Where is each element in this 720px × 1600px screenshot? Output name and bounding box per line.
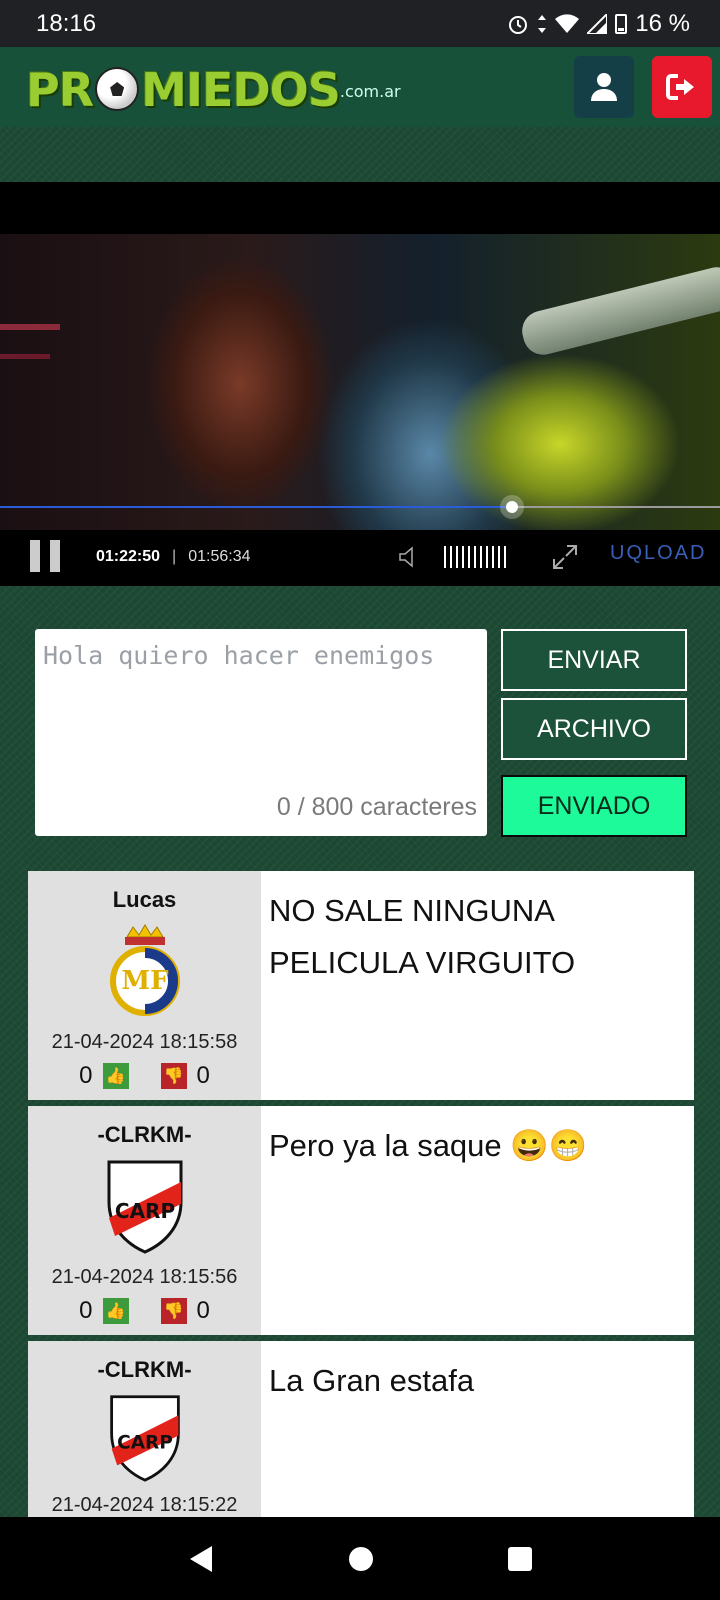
seek-handle[interactable] <box>499 495 524 519</box>
comment-votes: 0 👍 👎 0 <box>79 1062 210 1090</box>
thumbs-down-icon[interactable]: 👎 <box>160 1063 187 1089</box>
comment-text: La Gran estafa <box>269 1363 475 1398</box>
logout-icon <box>666 74 694 100</box>
video-player[interactable]: 01:22:50 | 01:56:34 UQLOAD <box>0 182 720 586</box>
duration: 01:56:34 <box>188 548 251 565</box>
volume-slider[interactable] <box>444 546 506 568</box>
uqload-brand[interactable]: UQLOAD <box>610 542 706 565</box>
comment-meta: Lucas MF 21-04-2024 18:15:58 0 👍 👎 0 <box>28 871 261 1100</box>
data-arrows-icon <box>538 14 547 33</box>
like-count: 0 <box>79 1062 93 1089</box>
comment-meta: -CLRKM- CARP 21-04-2024 18:15:22 <box>28 1341 261 1517</box>
comment-author[interactable]: Lucas <box>113 887 177 913</box>
comment-text: NO SALE NINGUNA PELICULA VIRGUITO <box>269 893 576 980</box>
thumbs-down-icon[interactable]: 👎 <box>160 1298 187 1324</box>
logo-domain: .com.ar <box>339 82 401 101</box>
comment-author[interactable]: -CLRKM- <box>97 1122 191 1148</box>
time-display: 01:22:50 | 01:56:34 <box>96 548 250 566</box>
comment-card: Lucas MF 21-04-2024 18:15:58 0 👍 👎 0 NO … <box>28 871 694 1100</box>
battery-level: 16 % <box>635 9 690 37</box>
comment-card: -CLRKM- CARP 21-04-2024 18:15:22 La Gran… <box>28 1341 694 1517</box>
send-button[interactable]: ENVIAR <box>501 629 687 691</box>
comment-author[interactable]: -CLRKM- <box>97 1357 191 1383</box>
comment-composer: 0 / 800 caracteres <box>35 629 487 836</box>
svg-text:MF: MF <box>121 966 169 996</box>
comment-meta: -CLRKM- CARP 21-04-2024 18:15:56 0 👍 👎 0 <box>28 1106 261 1335</box>
comment-input[interactable] <box>35 629 487 779</box>
video-controls: 01:22:50 | 01:56:34 UQLOAD <box>0 530 720 586</box>
status-bar: 18:16 16 % <box>0 0 720 47</box>
attach-file-button[interactable]: ARCHIVO <box>501 698 687 760</box>
char-counter: 0 / 800 caracteres <box>276 793 477 821</box>
dislike-count: 0 <box>196 1297 210 1324</box>
header-actions <box>574 56 712 118</box>
volume-icon[interactable] <box>398 546 420 568</box>
svg-text:CARP: CARP <box>114 1199 174 1223</box>
site-header: PR MIEDOS .com.ar <box>0 47 720 127</box>
comment-date: 21-04-2024 18:15:56 <box>51 1266 238 1288</box>
fullscreen-icon[interactable] <box>552 544 578 570</box>
dislike-count: 0 <box>196 1062 210 1089</box>
home-icon[interactable] <box>347 1545 375 1573</box>
comment-card: -CLRKM- CARP 21-04-2024 18:15:56 0 👍 👎 0… <box>28 1106 694 1335</box>
pause-icon[interactable] <box>30 540 62 572</box>
current-time: 01:22:50 <box>96 548 161 565</box>
river-plate-crest-icon: CARP <box>107 1160 182 1254</box>
thumbs-up-icon[interactable]: 👍 <box>102 1298 129 1324</box>
signal-icon <box>587 13 608 34</box>
logo-text-start: PR <box>26 63 94 117</box>
soccer-ball-icon <box>95 67 140 111</box>
recents-icon[interactable] <box>506 1545 534 1573</box>
back-icon[interactable] <box>186 1544 216 1574</box>
comment-date: 21-04-2024 18:15:58 <box>51 1031 238 1053</box>
like-count: 0 <box>79 1297 93 1324</box>
logout-button[interactable] <box>652 56 712 118</box>
logo-text-end: MIEDOS <box>141 63 341 117</box>
time-separator: | <box>172 548 177 565</box>
status-icons: 16 % <box>507 10 690 38</box>
wifi-icon <box>555 13 580 33</box>
comment-text: Pero ya la saque 😀😁 <box>269 1128 588 1163</box>
profile-button[interactable] <box>574 56 634 118</box>
real-madrid-crest-icon: MF <box>109 924 180 1016</box>
river-plate-crest-icon: CARP <box>109 1395 180 1482</box>
alarm-icon <box>509 15 528 34</box>
seek-bar-progress <box>0 506 512 508</box>
comment-date: 21-04-2024 18:15:22 <box>51 1494 238 1516</box>
svg-text:CARP: CARP <box>117 1433 173 1454</box>
sent-status-button[interactable]: ENVIADO <box>501 775 687 837</box>
android-nav-bar <box>0 1517 720 1600</box>
battery-icon <box>615 13 628 34</box>
comment-votes: 0 👍 👎 0 <box>79 1297 210 1325</box>
video-frame[interactable] <box>0 234 720 530</box>
user-icon <box>591 73 617 101</box>
status-time: 18:16 <box>36 9 97 37</box>
promiedos-logo[interactable]: PR MIEDOS .com.ar <box>26 57 401 117</box>
thumbs-up-icon[interactable]: 👍 <box>102 1063 129 1089</box>
